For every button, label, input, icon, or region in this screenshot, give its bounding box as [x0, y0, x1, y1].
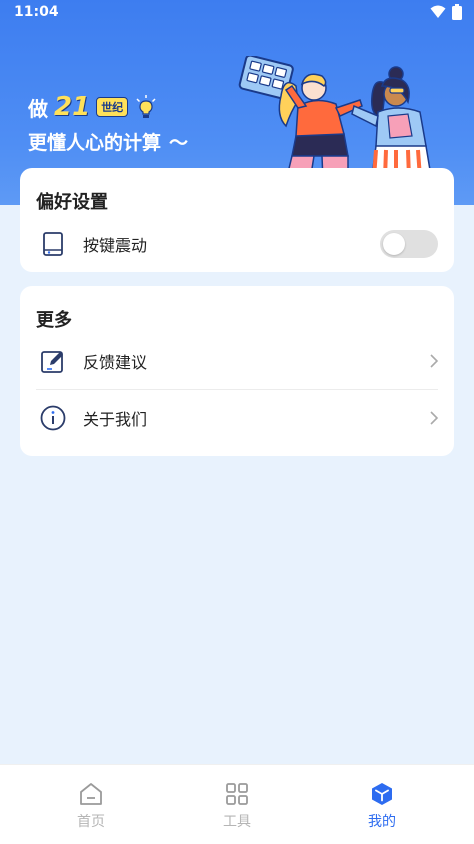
info-icon — [40, 405, 66, 431]
nav-mine-label: 我的 — [368, 814, 396, 830]
key-vibration-label: 按键震动 — [83, 236, 148, 255]
preferences-title: 偏好设置 — [36, 192, 108, 213]
nav-home-label: 首页 — [77, 814, 105, 830]
status-time: 11:04 — [14, 4, 59, 20]
nav-home[interactable]: 首页 — [51, 781, 131, 831]
slogan: 做 21 世纪 更懂人心的计算 〜 — [28, 92, 188, 155]
list-item-feedback[interactable]: 反馈建议 — [20, 333, 454, 389]
wifi-icon — [430, 5, 446, 18]
slogan-line1: 做 21 世纪 — [28, 92, 188, 122]
status-bar: 11:04 — [0, 0, 474, 24]
slogan-line2: 更懂人心的计算 〜 — [28, 128, 188, 155]
slogan-number: 21 — [54, 92, 91, 122]
home-icon — [80, 783, 102, 805]
edit-icon — [41, 351, 63, 373]
more-card: 更多 反馈建议 关于我们 — [20, 286, 454, 456]
key-vibration-toggle[interactable] — [380, 230, 438, 258]
list-item-about[interactable]: 关于我们 — [20, 390, 454, 446]
chevron-right-icon — [430, 354, 439, 368]
nav-mine[interactable]: 我的 — [342, 781, 422, 831]
nav-tools-label: 工具 — [223, 814, 251, 830]
grid-icon — [226, 783, 248, 805]
slogan-prefix: 做 — [28, 96, 48, 121]
chevron-right-icon — [430, 411, 439, 425]
tablet-icon — [43, 232, 63, 256]
more-title: 更多 — [36, 310, 72, 331]
preferences-card: 偏好设置 按键震动 — [20, 168, 454, 272]
about-label: 关于我们 — [83, 410, 148, 429]
bottom-nav: 首页 工具 我的 — [0, 764, 474, 844]
status-icons — [430, 4, 462, 20]
key-vibration-row[interactable]: 按键震动 — [20, 216, 454, 272]
toggle-knob — [383, 233, 405, 255]
battery-icon — [452, 4, 462, 20]
slogan-badge: 世纪 — [96, 97, 129, 117]
feedback-label: 反馈建议 — [83, 353, 148, 372]
lightbulb-icon — [136, 95, 156, 118]
slogan-text: 更懂人心的计算 — [28, 132, 162, 154]
slogan-tilde: 〜 — [169, 132, 189, 154]
nav-tools[interactable]: 工具 — [197, 781, 277, 831]
cube-icon — [372, 783, 392, 805]
